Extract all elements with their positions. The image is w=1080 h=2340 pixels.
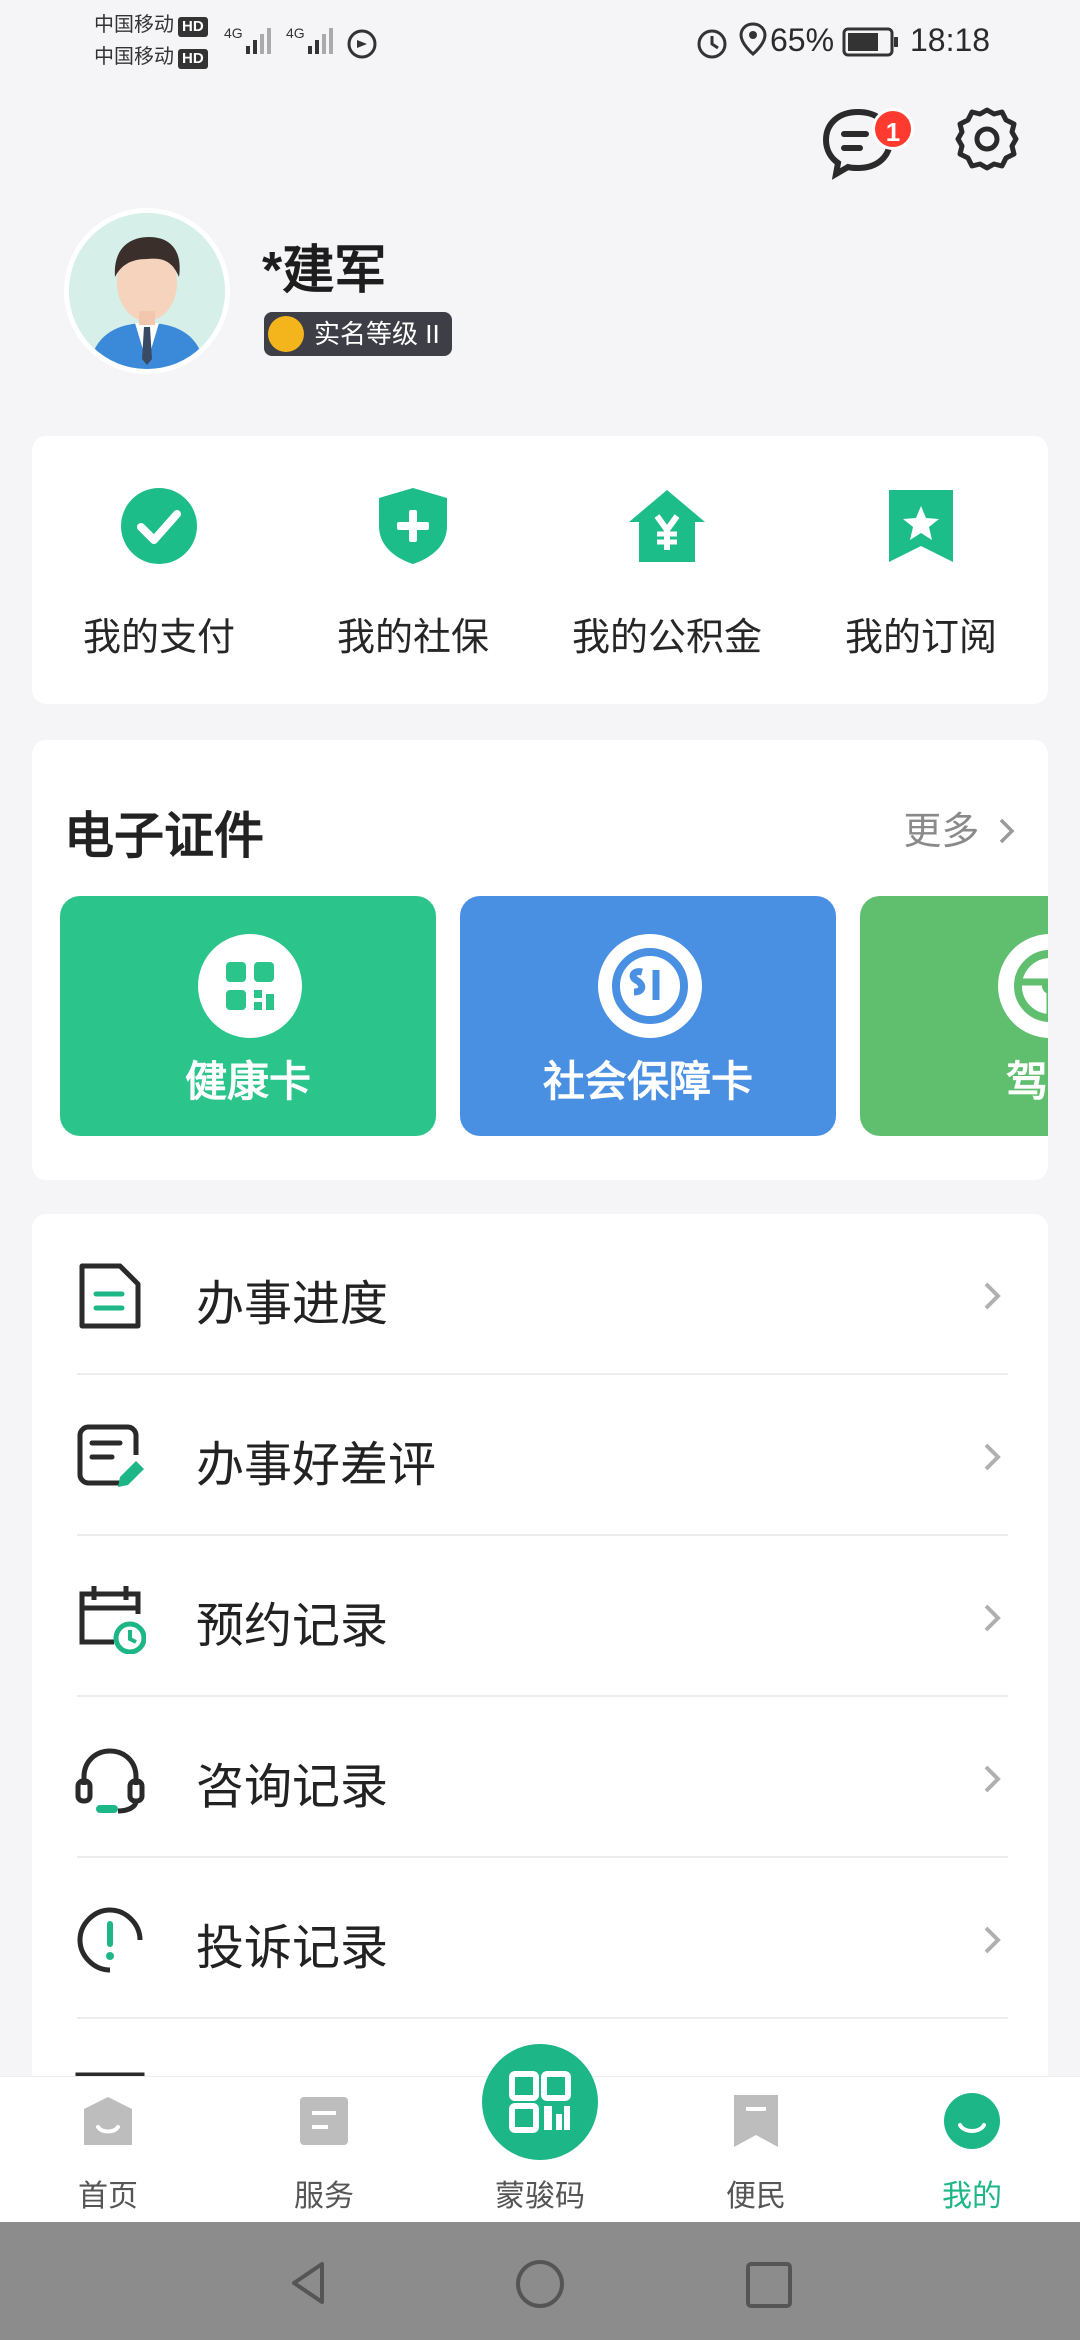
house-yuan-icon (629, 490, 705, 562)
battery-icon (842, 27, 898, 57)
carrier-1: 中国移动 HD (94, 12, 208, 38)
nav-home-label: 首页 (78, 2180, 138, 2213)
cert-social-security-card[interactable]: 社会保障卡 (460, 896, 836, 1136)
shortcut-payment[interactable]: 我的支付 (32, 436, 286, 704)
qr-grid-icon (198, 934, 302, 1038)
home-button-icon[interactable] (512, 2258, 568, 2314)
carrier-1-label: 中国移动 (94, 14, 174, 36)
system-nav-bar (0, 2222, 1080, 2340)
list-item-review-label: 办事好差评 (196, 1439, 437, 1492)
list-item-progress-label: 办事进度 (196, 1278, 389, 1331)
hd-badge-1: HD (178, 17, 208, 37)
alarm-icon (697, 29, 727, 59)
document-progress-icon (79, 1263, 141, 1329)
qr-code-button[interactable] (482, 2044, 598, 2160)
net-type-2: 4G (286, 25, 305, 41)
list-item-complaint-label: 投诉记录 (196, 1922, 389, 1975)
si-logo-icon (598, 934, 702, 1038)
nav-home[interactable]: 首页 (0, 2077, 216, 2223)
list-item-consult[interactable]: 咨询记录 (32, 1697, 1048, 1858)
alert-circle-icon (77, 1907, 143, 1973)
chevron-right-icon (984, 1765, 1001, 1793)
battery-percent: 65% (770, 22, 835, 58)
nav-convenience-label: 便民 (726, 2180, 786, 2213)
clock: 18:18 (910, 22, 991, 58)
more-link[interactable]: 更多 (903, 800, 1018, 855)
cert-health-card[interactable]: 健康卡 (60, 896, 436, 1136)
user-portrait-icon (69, 213, 225, 369)
shortcut-subscription[interactable]: 我的订阅 (794, 436, 1048, 704)
realname-level-label: 实名等级 II (314, 319, 440, 349)
list-item-complaint[interactable]: 投诉记录 (32, 1858, 1048, 2019)
avatar[interactable] (64, 208, 230, 374)
qr-code-icon (509, 2071, 571, 2133)
chevron-right-icon (984, 1282, 1001, 1310)
back-icon[interactable] (284, 2258, 334, 2308)
check-circle-icon (121, 488, 197, 564)
calendar-clock-icon (79, 1586, 146, 1654)
carrier-2: 中国移动 HD (94, 44, 208, 70)
shortcut-housing-fund[interactable]: 我的公积金 (540, 436, 794, 704)
nav-mine-label: 我的 (942, 2180, 1002, 2213)
chevron-right-icon (984, 1604, 1001, 1632)
verified-user-icon (268, 316, 304, 352)
chevron-right-icon (999, 818, 1015, 844)
shield-plus-icon (379, 488, 447, 564)
home-icon (84, 2097, 132, 2145)
hd-badge-2: HD (178, 49, 208, 69)
service-icon (300, 2097, 348, 2145)
signal-icons: 4G 4G (224, 25, 377, 59)
records-list: 办事进度 办事好差评 预约记录 咨询记录 投诉记录 (32, 1214, 1048, 2094)
nav-mine[interactable]: 我的 (864, 2077, 1080, 2223)
chevron-right-icon (984, 1926, 1001, 1954)
list-item-review[interactable]: 办事好差评 (32, 1375, 1048, 1536)
nav-code-label: 蒙骏码 (495, 2180, 585, 2213)
shortcut-housing-fund-label: 我的公积金 (571, 617, 762, 659)
cert-health-card-label: 健康卡 (184, 1058, 311, 1105)
cert-driving-license[interactable]: 驾驶 (860, 896, 1048, 1136)
nav-convenience[interactable]: 便民 (648, 2077, 864, 2223)
shortcut-payment-label: 我的支付 (82, 617, 235, 659)
headset-icon (75, 1748, 145, 1814)
list-item-appointment[interactable]: 预约记录 (32, 1536, 1048, 1697)
location-icon (739, 22, 767, 56)
chevron-right-icon (984, 1443, 1001, 1471)
carrier-2-label: 中国移动 (94, 46, 174, 68)
more-label: 更多 (903, 811, 980, 853)
profile-icon (944, 2093, 1000, 2149)
net-type-1: 4G (224, 25, 243, 41)
status-bar: 中国移动 HD 中国移动 HD 4G 4G 65% 18:18 (0, 0, 1080, 84)
bookmark-icon (734, 2095, 778, 2147)
cert-social-security-card-label: 社会保障卡 (542, 1058, 753, 1105)
shortcut-social-security[interactable]: 我的社保 (286, 436, 540, 704)
shortcut-social-security-label: 我的社保 (336, 617, 489, 659)
list-item-consult-label: 咨询记录 (196, 1761, 389, 1814)
list-item-progress[interactable]: 办事进度 (32, 1214, 1048, 1375)
nav-service-label: 服务 (294, 2180, 354, 2213)
list-item-appointment-label: 预约记录 (196, 1600, 389, 1653)
e-certificates-card: 电子证件 更多 健康卡 社会保障卡 驾驶 (32, 740, 1048, 1180)
shortcut-subscription-label: 我的订阅 (844, 617, 997, 659)
e-certificates-title: 电子证件 (64, 808, 264, 864)
review-edit-icon (77, 1424, 144, 1487)
shortcut-card: 我的支付 我的社保 我的公积金 我的订阅 (32, 436, 1048, 704)
nav-service[interactable]: 服务 (216, 2077, 432, 2223)
gear-icon[interactable] (952, 104, 1022, 174)
message-badge: 1 (872, 108, 914, 150)
steering-wheel-icon (998, 934, 1048, 1038)
cert-driving-license-label: 驾驶 (1005, 1058, 1048, 1105)
recents-icon[interactable] (744, 2260, 794, 2310)
realname-level-badge[interactable]: 实名等级 II (264, 312, 452, 356)
username: *建军 (262, 242, 387, 300)
bookmark-star-icon (889, 490, 953, 562)
